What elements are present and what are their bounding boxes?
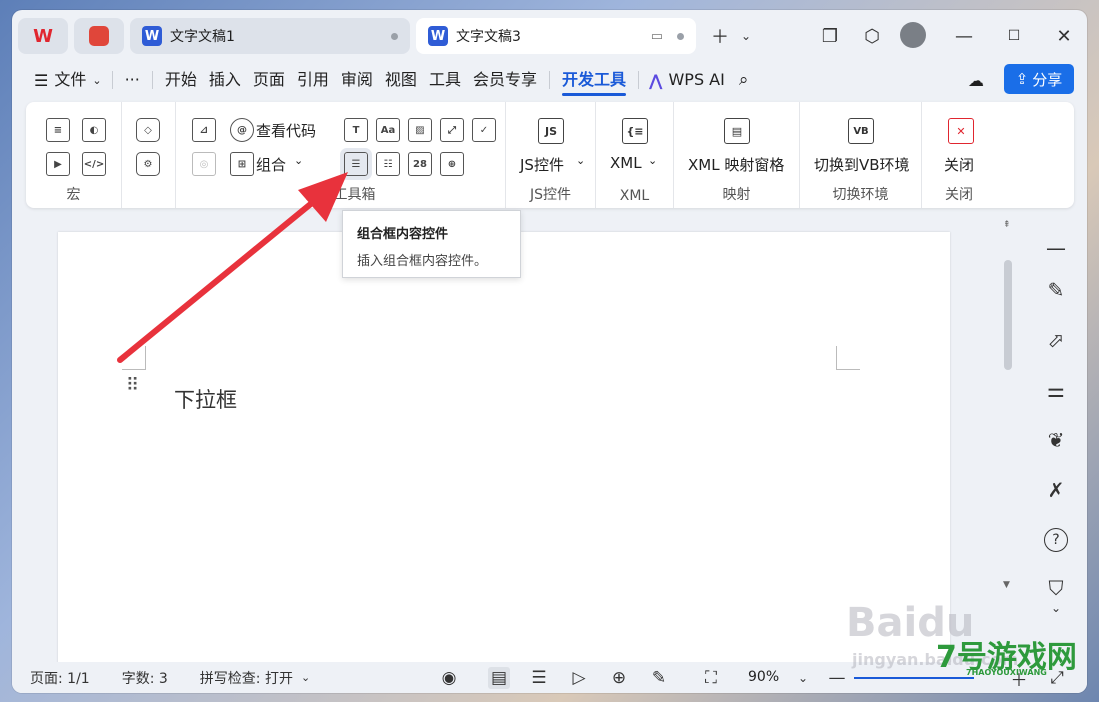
site-watermark-small: 7HAOYOUXIWANG: [966, 668, 1047, 677]
annotation-arrow: [117, 172, 348, 363]
